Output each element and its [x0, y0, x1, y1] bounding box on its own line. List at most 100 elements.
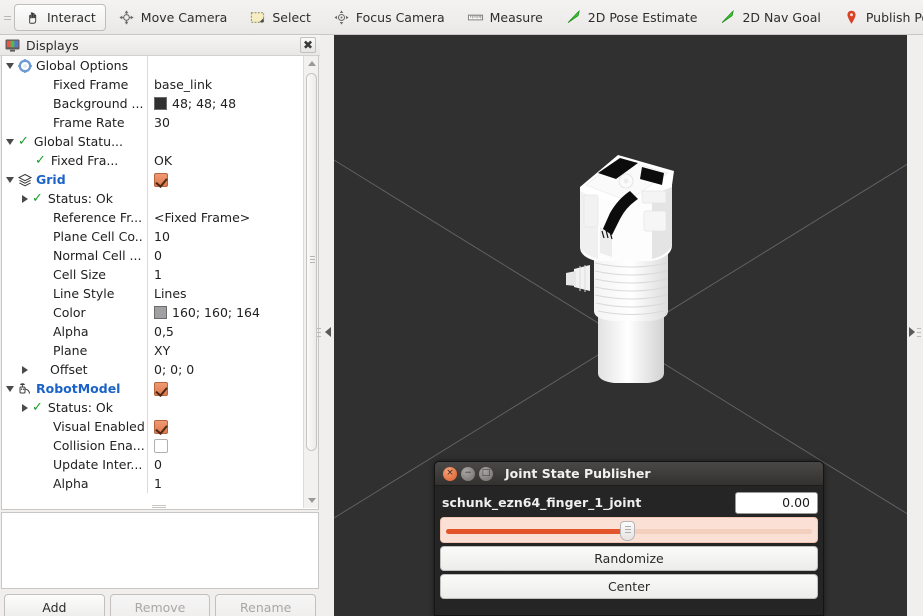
tree-row[interactable]: Cell Size 1 — [2, 265, 304, 284]
tree-row-value-cell[interactable]: 1 — [147, 474, 304, 493]
checkbox-checked[interactable] — [154, 381, 168, 396]
tool-measure[interactable]: Measure — [457, 4, 553, 31]
checkbox-checked[interactable] — [154, 419, 168, 434]
tree-row[interactable]: Background ... 48; 48; 48 — [2, 94, 304, 113]
joint-slider[interactable] — [440, 517, 818, 543]
scrollbar-thumb[interactable] — [306, 73, 317, 451]
tool-move-camera[interactable]: Move Camera — [108, 4, 238, 31]
tree-row-value-cell[interactable]: 10 — [147, 227, 304, 246]
tree-row[interactable]: Color 160; 160; 164 — [2, 303, 304, 322]
horizontal-scroll-grip[interactable] — [152, 504, 168, 508]
tree-row-name-cell: Grid — [2, 170, 147, 189]
window-title: Joint State Publisher — [505, 466, 651, 481]
joint-value-field[interactable]: 0.00 — [735, 491, 818, 514]
expand-triangle-closed-icon[interactable] — [22, 403, 28, 412]
tree-icon-spacer — [35, 230, 53, 244]
tree-row-value-cell[interactable] — [147, 56, 304, 75]
tree-row-value-cell[interactable]: 0 — [147, 246, 304, 265]
tree-icon-spacer — [35, 344, 53, 358]
tool-2d-nav-goal-label: 2D Nav Goal — [742, 9, 821, 25]
tree-row[interactable]: Normal Cell ... 0 — [2, 246, 304, 265]
tree-row-value-cell[interactable] — [147, 417, 304, 436]
tree-row-value-cell[interactable]: <Fixed Frame> — [147, 208, 304, 227]
displays-tree[interactable]: Global Options Fixed Frame base_link Backgr… — [2, 56, 304, 508]
rename-button[interactable]: Rename — [215, 594, 317, 616]
tree-row-value-cell[interactable] — [147, 170, 304, 189]
tree-row-value-cell[interactable]: 0; 0; 0 — [147, 360, 304, 379]
expand-triangle-closed-icon[interactable] — [22, 365, 28, 374]
right-splitter-grip[interactable] — [917, 328, 922, 337]
tree-row-value-cell[interactable]: XY — [147, 341, 304, 360]
tree-row[interactable]: Global Options — [2, 56, 304, 75]
window-minimize-button[interactable]: − — [461, 466, 475, 481]
add-button[interactable]: Add — [4, 594, 105, 616]
tree-row-value-cell[interactable] — [147, 132, 304, 151]
tree-row-value-cell[interactable] — [147, 436, 304, 455]
checkbox-checked[interactable] — [154, 172, 168, 187]
expand-triangle-open-icon[interactable] — [6, 62, 14, 69]
tree-row[interactable]: ✓ Status: Ok — [2, 189, 304, 208]
tree-row-value-cell[interactable] — [147, 379, 304, 398]
color-swatch[interactable] — [154, 97, 167, 110]
window-close-button[interactable]: × — [443, 466, 457, 481]
scroll-down-arrow[interactable] — [304, 493, 318, 508]
tool-publish-point[interactable]: Publish Point — [833, 4, 923, 31]
window-maximize-button[interactable]: □ — [479, 466, 493, 481]
tree-row[interactable]: RobotModel — [2, 379, 304, 398]
tree-row-value-cell[interactable]: 30 — [147, 113, 304, 132]
tool-focus-camera[interactable]: Focus Camera — [323, 4, 455, 31]
tree-row[interactable]: Update Inter... 0 — [2, 455, 304, 474]
tool-select[interactable]: Select — [239, 4, 321, 31]
tree-row-value-cell[interactable] — [147, 189, 304, 208]
tree-row[interactable]: Plane Cell Co... 10 — [2, 227, 304, 246]
joint-state-publisher-titlebar[interactable]: × − □ Joint State Publisher — [435, 462, 823, 486]
expand-triangle-open-icon[interactable] — [6, 138, 14, 145]
expand-triangle-open-icon[interactable] — [6, 176, 14, 183]
tool-2d-nav-goal[interactable]: 2D Nav Goal — [709, 4, 830, 31]
randomize-button[interactable]: Randomize — [440, 546, 818, 571]
tool-2d-pose-estimate[interactable]: 2D Pose Estimate — [555, 4, 708, 31]
selection-box-icon — [251, 11, 265, 23]
remove-button[interactable]: Remove — [109, 594, 211, 616]
tree-row-value-cell[interactable]: OK — [147, 151, 304, 170]
tree-row[interactable]: Visual Enabled — [2, 417, 304, 436]
tree-row-value-cell[interactable]: 48; 48; 48 — [147, 94, 304, 113]
tree-row-value-cell[interactable]: 1 — [147, 265, 304, 284]
tree-row[interactable]: Grid — [2, 170, 304, 189]
displays-panel-title: Displays — [26, 37, 79, 53]
collapse-left-arrow[interactable] — [322, 325, 334, 339]
tree-row[interactable]: Alpha 0,5 — [2, 322, 304, 341]
tree-row[interactable]: Plane XY — [2, 341, 304, 360]
close-icon[interactable]: ✖ — [300, 37, 316, 53]
tree-row[interactable]: Alpha 1 — [2, 474, 304, 493]
tree-row-value-cell[interactable]: 160; 160; 164 — [147, 303, 304, 322]
tree-row[interactable]: Frame Rate 30 — [2, 113, 304, 132]
tree-row[interactable]: Offset 0; 0; 0 — [2, 360, 304, 379]
tree-row[interactable]: ✓ Fixed Fra... OK — [2, 151, 304, 170]
slider-handle[interactable] — [620, 521, 635, 541]
tree-row-value-cell[interactable]: 0,5 — [147, 322, 304, 341]
scroll-up-arrow[interactable] — [304, 56, 318, 71]
tool-move-camera-label: Move Camera — [140, 9, 228, 25]
tree-row-value-cell[interactable] — [147, 398, 304, 417]
center-button[interactable]: Center — [440, 574, 818, 599]
displays-tree-scrollbar[interactable] — [303, 56, 318, 508]
tree-row-value-cell[interactable]: Lines — [147, 284, 304, 303]
expand-triangle-open-icon[interactable] — [6, 385, 14, 392]
tool-interact[interactable]: Interact — [14, 3, 106, 31]
tree-row[interactable]: ✓ Status: Ok — [2, 398, 304, 417]
toolbar-drag-handle[interactable] — [0, 0, 14, 35]
tree-row-value-cell[interactable]: base_link — [147, 75, 304, 94]
tree-row[interactable]: Line Style Lines — [2, 284, 304, 303]
tree-row[interactable]: Fixed Frame base_link — [2, 75, 304, 94]
move-camera-icon — [119, 9, 134, 25]
tool-publish-point-label: Publish Point — [865, 9, 923, 25]
tree-row[interactable]: ✓ Global Statu... — [2, 132, 304, 151]
color-swatch[interactable] — [154, 306, 167, 319]
tree-row-label: Cell Size — [53, 267, 106, 282]
tree-row[interactable]: Reference Fr... <Fixed Frame> — [2, 208, 304, 227]
tree-row-value-cell[interactable]: 0 — [147, 455, 304, 474]
tree-row[interactable]: Collision Ena... — [2, 436, 304, 455]
checkbox-unchecked[interactable] — [154, 438, 168, 453]
expand-triangle-closed-icon[interactable] — [22, 194, 28, 203]
